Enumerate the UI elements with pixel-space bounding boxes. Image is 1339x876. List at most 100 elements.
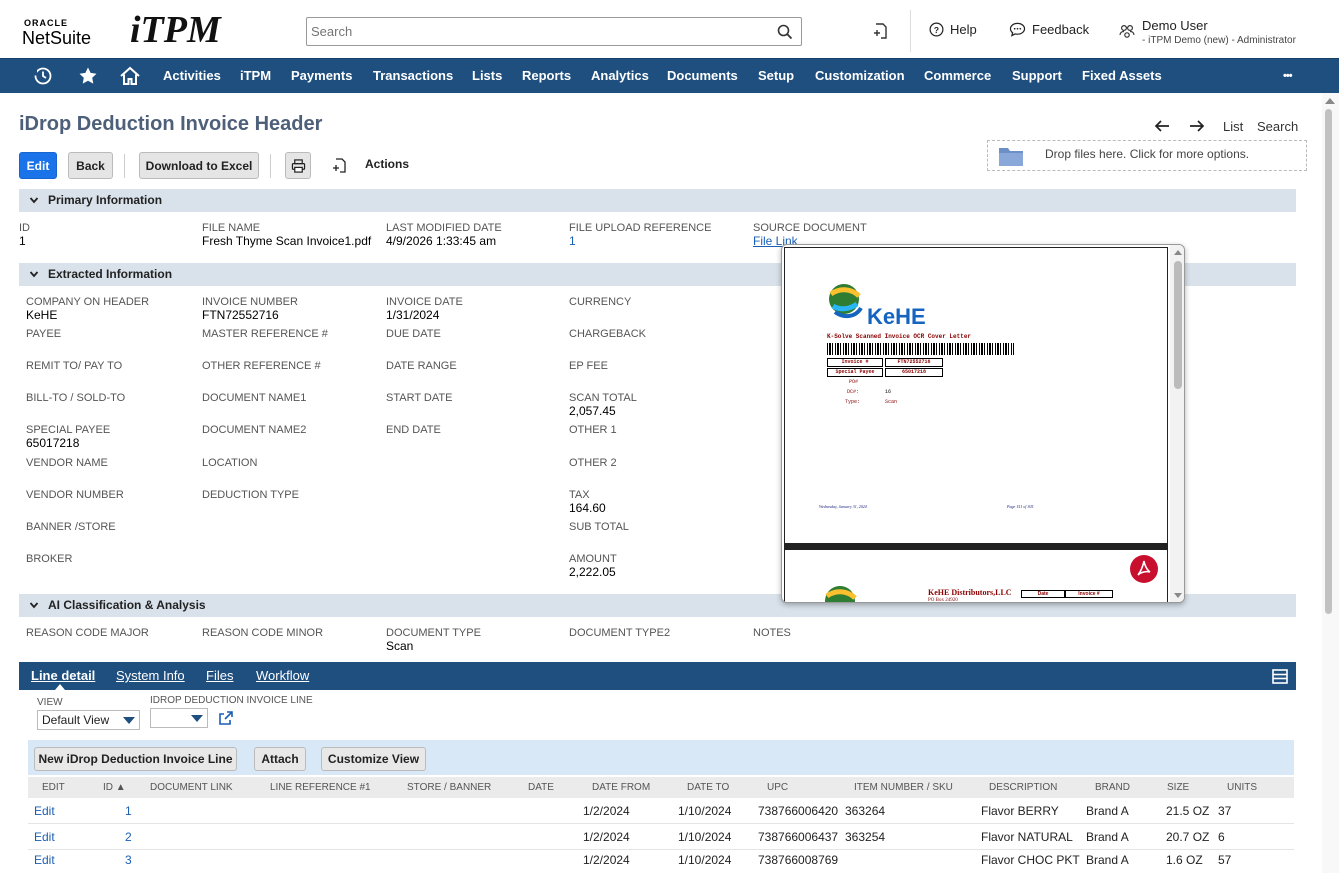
search-input[interactable] [307, 18, 767, 45]
row-edit-link[interactable]: Edit [34, 853, 55, 867]
field-label: DOCUMENT TYPE2 [569, 627, 671, 639]
kehe-logo-text: KeHE [867, 304, 926, 329]
view-select[interactable]: Default View [37, 710, 140, 730]
itpm-logo[interactable]: iTPM [130, 8, 221, 52]
role-switch-icon[interactable] [1118, 23, 1136, 41]
column-header[interactable]: UNITS [1227, 782, 1257, 793]
nav-analytics[interactable]: Analytics [591, 59, 649, 93]
nav-setup[interactable]: Setup [758, 59, 794, 93]
user-name[interactable]: Demo User [1142, 18, 1208, 33]
row-units: 6 [1218, 830, 1225, 844]
tab-files[interactable]: Files [206, 668, 233, 683]
column-header[interactable]: SIZE [1167, 782, 1189, 793]
nav-support[interactable]: Support [1012, 59, 1062, 93]
scroll-down-icon[interactable] [1173, 592, 1183, 599]
pdf-file-icon[interactable] [1129, 554, 1159, 584]
back-button[interactable]: Back [68, 152, 113, 179]
pdf-page2-company: KeHE Distributors,LLC [928, 588, 1012, 597]
column-header[interactable]: UPC [767, 782, 788, 793]
nav-transactions[interactable]: Transactions [373, 59, 453, 93]
field-label: BILL-TO / SOLD-TO [26, 392, 126, 404]
field-value-id: 1 [19, 234, 26, 248]
nav-more-button[interactable]: ••• [1283, 59, 1293, 93]
column-header[interactable]: ID ▲ [103, 782, 126, 793]
pdf-dc-value: 16 [885, 389, 892, 395]
pdf-page2-date-cell: Date [1021, 590, 1065, 598]
file-drop-zone[interactable]: Drop files here. Click for more options. [987, 140, 1307, 171]
nav-payments[interactable]: Payments [291, 59, 352, 93]
edit-button[interactable]: Edit [19, 152, 57, 179]
new-record-icon[interactable] [332, 157, 348, 177]
column-header[interactable]: LINE REFERENCE #1 [270, 782, 371, 793]
page-title: iDrop Deduction Invoice Header [19, 113, 323, 135]
nav-fixed-assets[interactable]: Fixed Assets [1082, 59, 1162, 93]
tab-line-detail[interactable]: Line detail [31, 668, 95, 683]
new-invoice-line-button[interactable]: New iDrop Deduction Invoice Line [34, 747, 237, 771]
column-header[interactable]: DATE TO [687, 782, 729, 793]
row-date-to: 1/10/2024 [678, 853, 732, 867]
column-header[interactable]: DESCRIPTION [989, 782, 1057, 793]
customize-view-button[interactable]: Customize View [321, 747, 426, 771]
home-icon[interactable] [119, 66, 141, 89]
row-id-link[interactable]: 3 [125, 853, 132, 867]
preview-scrollbar[interactable] [1170, 245, 1184, 602]
column-header[interactable]: DATE [528, 782, 554, 793]
recent-history-icon[interactable] [33, 66, 53, 89]
pdf-page-2: KeHE Distributors,LLC PO Box 24920 Date … [784, 549, 1168, 603]
nav-reports[interactable]: Reports [522, 59, 571, 93]
field-label: END DATE [386, 424, 441, 436]
row-edit-link[interactable]: Edit [34, 830, 55, 844]
pdf-page2-po: PO Box 24920 [928, 598, 958, 603]
primary-information-section-header[interactable]: Primary Information [19, 189, 1296, 212]
nav-activities[interactable]: Activities [163, 59, 221, 93]
search-icon[interactable] [777, 24, 793, 43]
previous-record-arrow-icon[interactable] [1154, 119, 1170, 136]
global-search[interactable] [306, 17, 802, 46]
field-label: BANNER /STORE [26, 521, 116, 533]
column-header[interactable]: STORE / BANNER [407, 782, 491, 793]
document-preview-popup[interactable]: KeHE K-Solve Scanned Invoice OCR Cover L… [781, 244, 1185, 603]
page-scrollbar[interactable] [1322, 93, 1339, 873]
print-button[interactable] [285, 152, 311, 179]
idrop-line-select[interactable] [150, 708, 208, 728]
column-header[interactable]: ITEM NUMBER / SKU [854, 782, 953, 793]
page-scrollbar-thumb[interactable] [1325, 109, 1332, 614]
nav-lists[interactable]: Lists [472, 59, 502, 93]
column-header[interactable]: BRAND [1095, 782, 1130, 793]
feedback-button[interactable]: Feedback [1009, 22, 1089, 37]
nav-commerce[interactable]: Commerce [924, 59, 991, 93]
user-role[interactable]: - iTPM Demo (new) - Administrator [1142, 35, 1296, 46]
favorites-star-icon[interactable] [78, 66, 98, 89]
kehe-globe-logo [829, 284, 863, 319]
list-link[interactable]: List [1223, 119, 1243, 134]
row-brand: Brand A [1086, 853, 1129, 867]
recent-records-icon[interactable] [872, 22, 890, 40]
netsuite-logo-text: NetSuite [22, 28, 92, 48]
preview-scrollbar-thumb[interactable] [1174, 261, 1182, 389]
list-layout-icon[interactable] [1272, 669, 1288, 687]
scroll-up-icon[interactable] [1324, 97, 1336, 105]
actions-menu[interactable]: Actions [365, 157, 409, 171]
row-id-link[interactable]: 2 [125, 830, 132, 844]
attach-button[interactable]: Attach [254, 747, 306, 771]
search-link[interactable]: Search [1257, 119, 1298, 134]
tab-system-info[interactable]: System Info [116, 668, 185, 683]
column-header[interactable]: DATE FROM [592, 782, 650, 793]
row-id-link[interactable]: 1 [125, 804, 132, 818]
scroll-up-icon[interactable] [1173, 249, 1183, 256]
open-external-icon[interactable] [218, 710, 234, 729]
field-label: EP FEE [569, 360, 608, 372]
nav-itpm[interactable]: iTPM [240, 59, 271, 93]
nav-customization[interactable]: Customization [815, 59, 905, 93]
help-button[interactable]: ? Help [929, 22, 977, 37]
tab-workflow[interactable]: Workflow [256, 668, 309, 683]
row-edit-link[interactable]: Edit [34, 804, 55, 818]
column-header[interactable]: EDIT [42, 782, 65, 793]
next-record-arrow-icon[interactable] [1189, 119, 1205, 136]
column-header[interactable]: DOCUMENT LINK [150, 782, 233, 793]
field-value-upload-ref-link[interactable]: 1 [569, 234, 576, 248]
download-to-excel-button[interactable]: Download to Excel [139, 152, 259, 179]
field-value: FTN72552716 [202, 308, 279, 322]
nav-documents[interactable]: Documents [667, 59, 738, 93]
print-icon [291, 158, 305, 173]
